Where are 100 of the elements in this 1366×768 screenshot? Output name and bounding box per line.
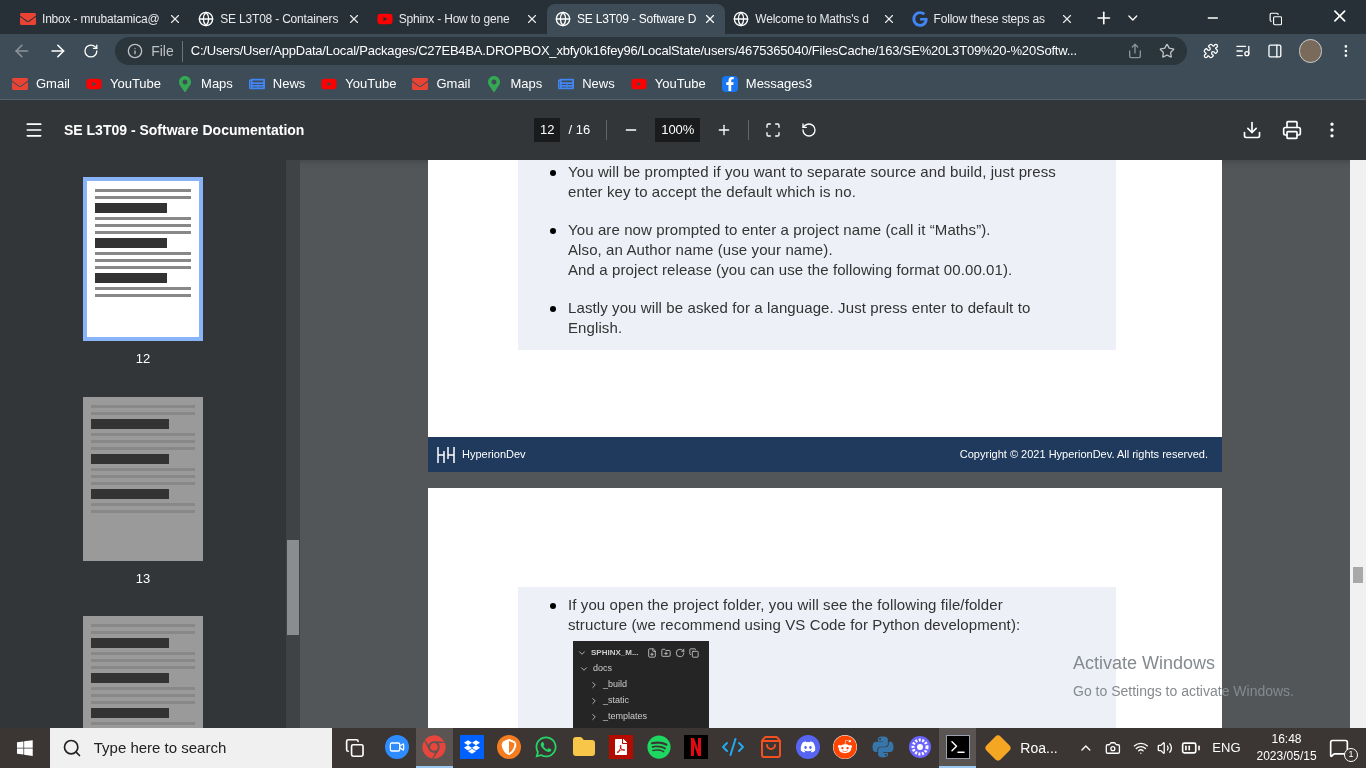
globe-icon bbox=[198, 11, 215, 27]
browser-tab[interactable]: Inbox - mrubatamica@ bbox=[12, 4, 191, 34]
page-number: 12 bbox=[135, 350, 151, 368]
flower-icon bbox=[908, 735, 933, 759]
activation-title: Activate Windows bbox=[1073, 652, 1217, 675]
refresh-icon bbox=[674, 648, 685, 658]
bookmark[interactable]: YouTube bbox=[630, 73, 706, 94]
document-title: SE L3T09 - Software Documentation bbox=[64, 120, 306, 140]
bookmark[interactable]: Gmail bbox=[12, 73, 70, 94]
windows-icon[interactable] bbox=[16, 739, 34, 757]
sound-waves-icon bbox=[646, 735, 671, 759]
terminal-icon bbox=[945, 735, 970, 759]
explorer-header: SPHINX_M... bbox=[591, 647, 639, 659]
search-field[interactable]: Type here to search bbox=[49, 728, 333, 768]
reload-icon[interactable] bbox=[83, 43, 100, 59]
page-number-field[interactable]: 12 bbox=[534, 118, 561, 142]
zoom-field[interactable]: 100% bbox=[655, 118, 701, 142]
scrollbar[interactable] bbox=[1350, 160, 1366, 728]
new-file-icon bbox=[646, 648, 657, 658]
snakes-icon bbox=[870, 735, 895, 759]
bookmark[interactable]: YouTube bbox=[321, 73, 397, 94]
page-number: 13 bbox=[135, 569, 151, 588]
alien-head-icon bbox=[833, 735, 858, 759]
clock[interactable]: 16:48 2023/05/15 bbox=[1256, 731, 1317, 765]
side-panel-icon[interactable] bbox=[1266, 43, 1283, 59]
document-icon bbox=[609, 735, 634, 759]
search-icon bbox=[61, 738, 82, 758]
page-thumbnail[interactable] bbox=[83, 177, 203, 341]
bookmark[interactable]: Maps bbox=[177, 73, 233, 94]
f-letter-icon bbox=[721, 75, 738, 92]
restore-icon[interactable] bbox=[1268, 12, 1283, 26]
avatar[interactable] bbox=[1298, 39, 1323, 63]
playlist-icon[interactable] bbox=[1235, 43, 1251, 59]
browser-tab[interactable]: Sphinx - How to gene bbox=[368, 4, 547, 34]
envelope-icon bbox=[412, 75, 429, 92]
tree-item[interactable]: _templates bbox=[573, 709, 709, 725]
camera-icon[interactable] bbox=[1105, 740, 1122, 756]
page-count: / 16 bbox=[568, 121, 591, 140]
logo-icon bbox=[436, 444, 456, 465]
browser-tab[interactable]: SE L3T08 - Containers bbox=[190, 4, 369, 34]
download-icon[interactable] bbox=[1242, 120, 1262, 140]
new-folder-icon bbox=[660, 648, 671, 658]
browser-tab[interactable]: Follow these steps as bbox=[903, 4, 1082, 34]
page-thumbnail[interactable] bbox=[83, 396, 203, 561]
volume-icon[interactable] bbox=[1156, 740, 1173, 756]
globe-icon bbox=[554, 11, 571, 27]
open-box-icon bbox=[459, 735, 484, 759]
rotate-icon[interactable] bbox=[801, 122, 818, 138]
notification-icon bbox=[1328, 738, 1349, 758]
fit-page-icon[interactable] bbox=[765, 122, 782, 138]
info-icon bbox=[127, 43, 144, 59]
folder-icon bbox=[571, 735, 596, 759]
browser-tab[interactable]: SE L3T09 - Software D bbox=[546, 4, 726, 34]
scrollbar[interactable] bbox=[286, 160, 300, 728]
bullet-icon bbox=[550, 306, 556, 312]
video-camera-icon bbox=[384, 735, 409, 759]
browser-tab[interactable]: Welcome to Maths's d bbox=[725, 4, 904, 34]
tree-item[interactable]: _static bbox=[573, 693, 709, 709]
task-view-icon[interactable] bbox=[345, 738, 366, 758]
tree-item[interactable]: docs bbox=[573, 661, 709, 677]
envelope-icon bbox=[20, 11, 36, 27]
bookmark[interactable]: Maps bbox=[486, 73, 543, 94]
bookmark[interactable]: Messages3 bbox=[721, 73, 813, 94]
puzzle-icon[interactable] bbox=[1203, 43, 1220, 59]
taskbar-app[interactable] bbox=[415, 728, 453, 768]
map-pin-icon bbox=[486, 75, 503, 92]
globe-icon bbox=[733, 11, 750, 27]
bullet-icon bbox=[550, 603, 556, 609]
tree-item[interactable]: _build bbox=[573, 677, 709, 693]
bookmark[interactable]: News bbox=[558, 73, 615, 94]
bookmark[interactable]: YouTube bbox=[85, 73, 162, 94]
wifi-icon[interactable] bbox=[1133, 740, 1149, 756]
star-icon[interactable] bbox=[1159, 43, 1176, 59]
brand-name: HyperionDev bbox=[462, 447, 526, 463]
map-pin-icon bbox=[177, 75, 194, 92]
chat-phone-icon bbox=[534, 735, 559, 759]
game-controller-icon bbox=[796, 735, 821, 759]
g-letter-icon bbox=[911, 11, 928, 27]
bullet-text: If you open the project folder, you will see the following file/folder structure (we recommend using VS Code for Python development): bbox=[568, 595, 1021, 635]
bookmark[interactable]: Gmail bbox=[412, 73, 471, 94]
copyright-text: Copyright © 2021 HyperionDev. All rights reserved. bbox=[959, 447, 1208, 463]
bullet-icon bbox=[550, 170, 556, 176]
share-icon[interactable] bbox=[1127, 43, 1144, 59]
shield-icon bbox=[496, 735, 521, 759]
print-icon[interactable] bbox=[1282, 120, 1302, 140]
menu-icon[interactable] bbox=[24, 120, 44, 140]
bullet-text: Lastly you will be asked for a language. Just press enter to default to English. bbox=[568, 298, 1031, 338]
code-icon bbox=[721, 735, 746, 759]
bullet-text: You will be prompted if you want to separate source and build, just press enter key to accept the default which is no. bbox=[568, 162, 1056, 202]
notification-button[interactable]: 1 bbox=[1328, 732, 1359, 764]
address-bar[interactable]: File C:/Users/User/AppData/Local/Packages/C27EB4BA.DROPBOX_xbfy0k16fey96/LocalState/users/4675365040/FilesCache/163/SE%20L3T09%20-%20Softw... bbox=[115, 37, 1188, 65]
taskbar-app[interactable] bbox=[938, 728, 977, 768]
collapse-icon bbox=[688, 648, 699, 658]
play-icon bbox=[376, 11, 393, 27]
envelope-icon bbox=[12, 75, 28, 92]
bookmark[interactable]: News bbox=[248, 73, 306, 94]
bullet-text: You are now prompted to enter a project name (call it “Maths”). Also, an Author name (use your name). And a project release (you can use the following format 00.00.01). bbox=[568, 220, 1013, 280]
bullet-icon bbox=[550, 228, 556, 234]
language-indicator[interactable]: ENG bbox=[1212, 738, 1241, 758]
notification-count: 1 bbox=[1344, 748, 1359, 762]
